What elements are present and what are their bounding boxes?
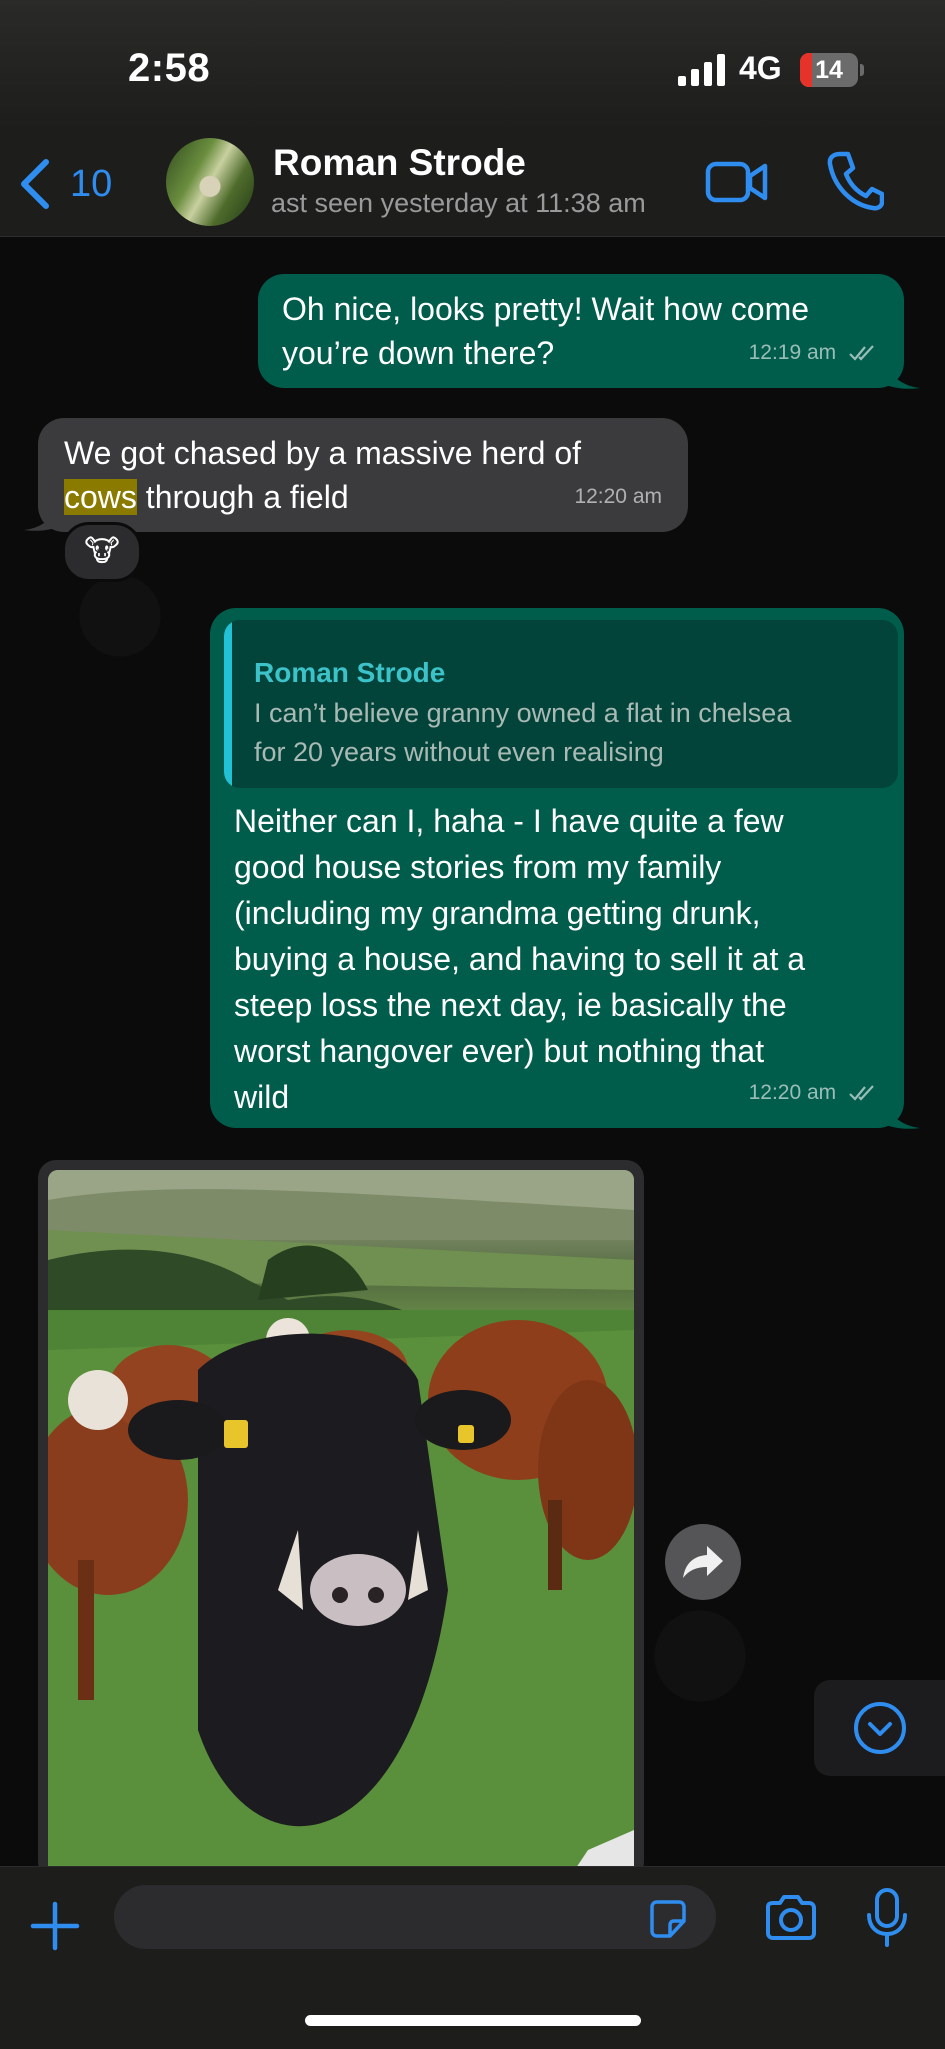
avatar[interactable] bbox=[166, 138, 254, 226]
bubble-tail bbox=[884, 1100, 920, 1129]
message-text-line: (including my grandma getting drunk, bbox=[234, 895, 761, 931]
quoted-message[interactable]: Roman Strode I can’t believe granny owne… bbox=[224, 620, 898, 788]
cows-photo-illustration bbox=[48, 1170, 634, 1880]
quote-text-line: I can’t believe granny owned a flat in c… bbox=[254, 698, 792, 728]
status-time: 2:58 bbox=[128, 46, 211, 90]
message-time: 12:19 am bbox=[748, 341, 837, 364]
signal-icon bbox=[678, 54, 725, 86]
back-button[interactable]: 10 bbox=[18, 154, 112, 214]
message-text-line: Oh nice, looks pretty! Wait how come bbox=[282, 291, 810, 327]
scroll-down-icon bbox=[854, 1702, 906, 1754]
quote-bar bbox=[224, 620, 232, 788]
forward-icon bbox=[683, 1546, 723, 1578]
last-seen-status: ast seen yesterday at 11:38 am bbox=[271, 188, 646, 218]
forward-button[interactable] bbox=[665, 1524, 741, 1600]
unread-count: 10 bbox=[70, 162, 113, 205]
microphone-icon[interactable] bbox=[864, 1887, 910, 1949]
battery-level: 14 bbox=[815, 56, 843, 84]
search-highlight: cows bbox=[64, 479, 137, 515]
message-text-line: steep loss the next day, ie basically th… bbox=[234, 987, 787, 1023]
quote-text-line: for 20 years without even realising bbox=[254, 737, 664, 767]
phone-icon[interactable] bbox=[826, 150, 884, 212]
message-meta: 12:20 am bbox=[749, 1070, 878, 1116]
bubble-tail bbox=[884, 360, 920, 389]
message-body: Neither can I, haha - I have quite a few… bbox=[234, 798, 805, 1120]
incoming-message[interactable]: We got chased by a massive herd of cows … bbox=[38, 418, 688, 532]
outgoing-reply-message[interactable]: Roman Strode I can’t believe granny owne… bbox=[210, 608, 904, 1128]
plus-icon[interactable] bbox=[30, 1901, 80, 1951]
message-meta: 12:19 am bbox=[749, 330, 878, 376]
home-indicator[interactable] bbox=[305, 2015, 641, 2026]
reaction-badge[interactable]: 🐮 bbox=[62, 522, 142, 582]
message-text-line: Neither can I, haha - I have quite a few bbox=[234, 803, 784, 839]
message-text-rest: through a field bbox=[136, 479, 349, 515]
message-input[interactable] bbox=[114, 1885, 716, 1949]
message-text-line: buying a house, and having to sell it at… bbox=[234, 941, 806, 977]
double-check-icon bbox=[849, 1085, 874, 1102]
message-time: 12:20 am bbox=[748, 1081, 837, 1104]
photo-cows-in-field[interactable] bbox=[48, 1170, 634, 1880]
sticker-icon[interactable] bbox=[646, 1897, 690, 1941]
chat-header: 10 Roman Strode ast seen yesterday at 11… bbox=[0, 130, 945, 237]
outgoing-message[interactable]: Oh nice, looks pretty! Wait how come you… bbox=[258, 274, 904, 388]
battery-icon: 14 bbox=[800, 53, 864, 87]
message-text-line: wild bbox=[234, 1079, 290, 1115]
network-type: 4G bbox=[739, 50, 782, 86]
image-message[interactable] bbox=[38, 1160, 644, 1880]
status-bar: 2:58 4G 14 bbox=[0, 0, 945, 130]
message-text-line: We got chased by a massive herd of bbox=[64, 435, 582, 471]
quote-text: I can’t believe granny owned a flat in c… bbox=[254, 694, 884, 772]
double-check-icon bbox=[849, 345, 874, 362]
message-text-line: you’re down there? bbox=[282, 335, 555, 371]
scroll-to-bottom-button[interactable] bbox=[814, 1680, 945, 1776]
message-time: 12:20 am bbox=[574, 485, 662, 508]
message-text-line: good house stories from my family bbox=[234, 849, 722, 885]
message-text-line: worst hangover ever) but nothing that bbox=[234, 1033, 765, 1069]
video-call-icon[interactable] bbox=[705, 154, 769, 210]
contact-name[interactable]: Roman Strode bbox=[273, 142, 526, 184]
message-text-line: cows through a field bbox=[64, 474, 349, 520]
quote-author: Roman Strode bbox=[254, 657, 446, 688]
camera-icon[interactable] bbox=[764, 1893, 818, 1943]
back-chevron-icon bbox=[21, 159, 49, 209]
